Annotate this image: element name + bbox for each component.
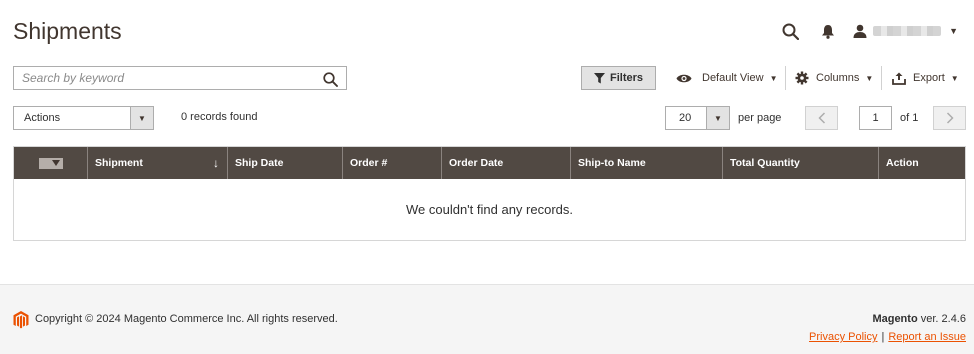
header-actions: ▼ (777, 18, 958, 44)
bell-icon (822, 24, 835, 39)
version-number: ver. 2.4.6 (920, 313, 966, 325)
mass-select-column[interactable] (14, 147, 88, 179)
chevron-down-icon (51, 160, 60, 166)
empty-grid-message: We couldn't find any records. (14, 179, 965, 240)
columns-control[interactable]: Columns ▼ (795, 66, 873, 90)
toolbar-divider (881, 66, 882, 90)
export-control[interactable]: Export ▼ (892, 66, 959, 90)
chevron-down-icon: ▼ (950, 73, 959, 83)
column-header-label: Action (886, 157, 919, 169)
footer-links: Privacy Policy | Report an Issue (809, 331, 966, 343)
chevron-down-icon: ▼ (769, 73, 778, 83)
user-account-menu[interactable]: ▼ (853, 24, 958, 38)
user-name-redacted (873, 26, 942, 36)
privacy-policy-link[interactable]: Privacy Policy (809, 331, 877, 343)
column-header-order-date[interactable]: Order Date (442, 147, 571, 179)
column-header-action: Action (879, 147, 965, 179)
gear-icon (795, 71, 809, 85)
filters-label: Filters (609, 72, 643, 84)
column-header-label: Ship Date (235, 157, 284, 169)
chevron-down-icon: ▼ (865, 73, 874, 83)
column-header-label: Ship-to Name (578, 157, 646, 169)
sort-arrow-icon: ↓ (213, 156, 219, 170)
search-icon (782, 23, 799, 40)
column-header-order-number[interactable]: Order # (343, 147, 442, 179)
page-title: Shipments (13, 18, 122, 44)
current-page-input[interactable] (859, 106, 892, 130)
keyword-search (13, 66, 347, 90)
export-icon (892, 72, 906, 85)
per-page-value: 20 (679, 112, 692, 124)
report-issue-link[interactable]: Report an Issue (888, 331, 966, 343)
previous-page-button[interactable] (805, 106, 838, 130)
column-header-label: Total Quantity (730, 157, 800, 169)
keyword-search-button[interactable] (320, 69, 340, 89)
chevron-right-icon (946, 112, 954, 124)
link-separator: | (881, 331, 885, 343)
next-page-button[interactable] (933, 106, 966, 130)
chevron-down-icon: ▼ (706, 107, 729, 129)
column-header-label: Order # (350, 157, 388, 169)
export-label: Export (913, 72, 945, 84)
global-search-button[interactable] (777, 18, 803, 44)
brand-name: Magento (872, 313, 918, 325)
per-page-label: per page (738, 112, 782, 124)
mass-select-toggle[interactable] (38, 157, 63, 169)
total-pages-label: of 1 (900, 112, 919, 124)
copyright-text: Copyright © 2024 Magento Commerce Inc. A… (35, 313, 338, 325)
column-header-total-quantity[interactable]: Total Quantity (723, 147, 879, 179)
column-header-label: Order Date (449, 157, 504, 169)
column-header-ship-to-name[interactable]: Ship-to Name (571, 147, 723, 179)
columns-label: Columns (816, 72, 860, 84)
user-icon (853, 24, 867, 38)
column-header-ship-date[interactable]: Ship Date (228, 147, 343, 179)
toolbar-divider (785, 66, 786, 90)
records-count: 0 records found (181, 111, 258, 123)
column-header-shipment[interactable]: Shipment ↓ (88, 147, 228, 179)
per-page-dropdown[interactable]: 20 ▼ (665, 106, 730, 130)
filters-button[interactable]: Filters (581, 66, 656, 90)
notifications-button[interactable] (815, 18, 841, 44)
search-icon (322, 71, 338, 87)
mass-actions-dropdown[interactable]: Actions ▼ (13, 106, 154, 130)
view-switcher[interactable]: Default View ▼ (676, 66, 777, 90)
page-footer: Copyright © 2024 Magento Commerce Inc. A… (0, 284, 974, 354)
shipments-grid: Shipment ↓ Ship Date Order # Order Date … (13, 146, 966, 241)
magento-logo-icon (13, 311, 29, 329)
chevron-down-icon: ▼ (949, 26, 958, 36)
eye-icon (676, 74, 692, 82)
grid-header-row: Shipment ↓ Ship Date Order # Order Date … (14, 147, 965, 179)
filter-icon (593, 72, 605, 83)
mass-actions-label: Actions (24, 112, 61, 124)
keyword-search-input[interactable] (14, 67, 304, 89)
chevron-down-icon: ▼ (130, 107, 153, 129)
view-label: Default View (702, 72, 764, 84)
version-info: Magento ver. 2.4.6 (872, 313, 966, 325)
column-header-label: Shipment (95, 157, 143, 169)
chevron-left-icon (817, 112, 825, 124)
